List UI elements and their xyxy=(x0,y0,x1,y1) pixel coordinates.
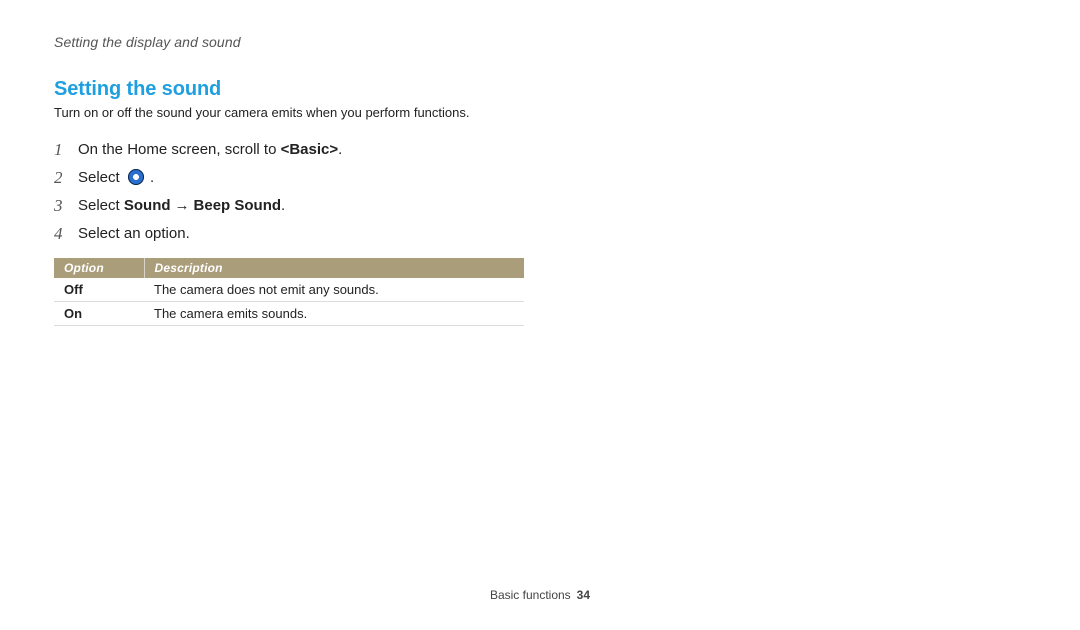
table-row: On The camera emits sounds. xyxy=(54,302,524,326)
section-intro: Turn on or off the sound your camera emi… xyxy=(54,105,594,120)
step-1: On the Home screen, scroll to <Basic>. xyxy=(54,136,594,164)
step-3-sound: Sound xyxy=(124,197,171,214)
step-2-pre: Select xyxy=(78,169,124,186)
step-4: Select an option. xyxy=(54,220,594,248)
step-3: Select Sound→Beep Sound. xyxy=(54,192,594,220)
footer-section: Basic functions xyxy=(490,588,571,602)
breadcrumb: Setting the display and sound xyxy=(54,34,594,50)
step-1-pre: On the Home screen, scroll to xyxy=(78,141,281,158)
page-footer: Basic functions 34 xyxy=(0,588,1080,602)
table-row: Off The camera does not emit any sounds. xyxy=(54,278,524,302)
th-option: Option xyxy=(54,258,144,278)
step-3-pre: Select xyxy=(78,197,124,214)
step-3-beep-sound: Beep Sound xyxy=(194,197,282,214)
opt-desc: The camera does not emit any sounds. xyxy=(144,278,524,302)
step-1-basic: <Basic> xyxy=(281,141,339,158)
step-3-post: . xyxy=(281,197,285,214)
footer-page-number: 34 xyxy=(577,588,590,602)
arrow-icon: → xyxy=(171,197,194,214)
steps-list: On the Home screen, scroll to <Basic>. S… xyxy=(54,136,594,248)
section-heading: Setting the sound xyxy=(54,78,594,101)
step-1-post: . xyxy=(338,141,342,158)
opt-desc: The camera emits sounds. xyxy=(144,302,524,326)
opt-name: On xyxy=(54,302,144,326)
options-table: Option Description Off The camera does n… xyxy=(54,258,524,326)
th-description: Description xyxy=(144,258,524,278)
opt-name: Off xyxy=(54,278,144,302)
step-2-post: . xyxy=(146,169,154,186)
step-2: Select . xyxy=(54,164,594,192)
settings-icon xyxy=(128,169,144,185)
